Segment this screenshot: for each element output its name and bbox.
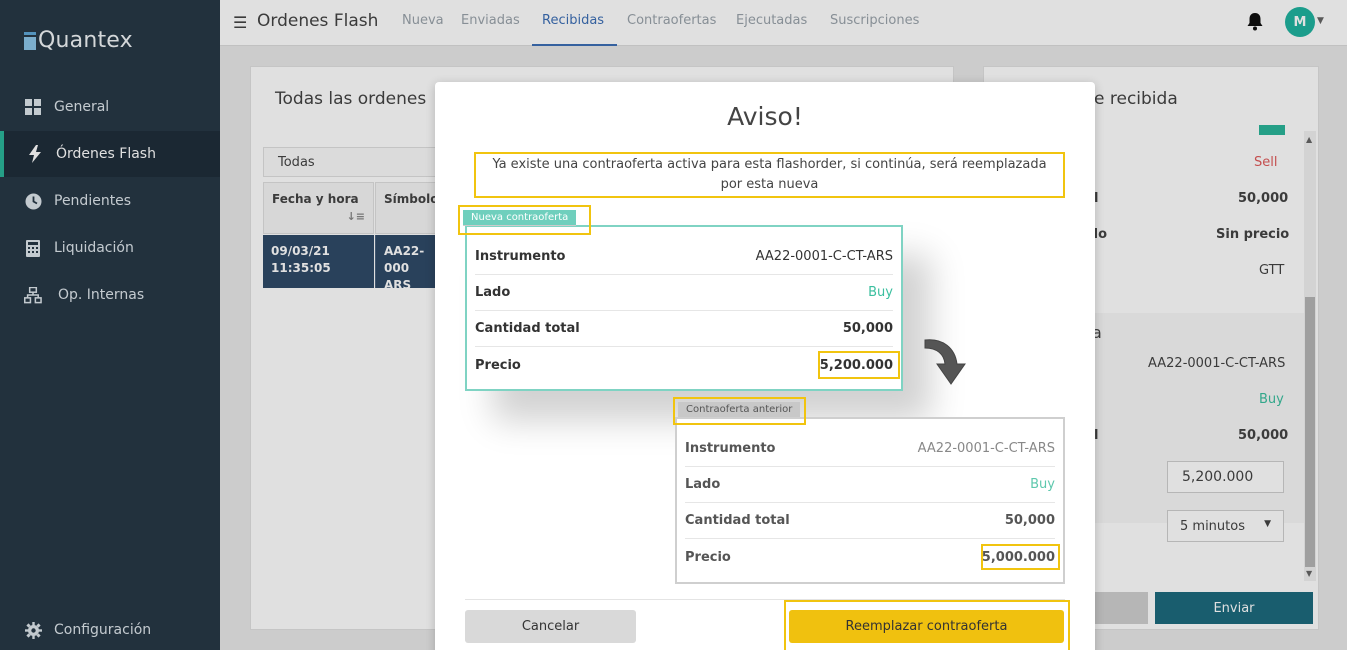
highlight-new-tag [458, 205, 591, 235]
card-row-value: AA22-0001-C-CT-ARS [755, 249, 893, 264]
replace-counteroffer-button[interactable]: Reemplazar contraoferta [789, 610, 1064, 643]
card-row-label: Cantidad total [475, 321, 580, 336]
card-row-label: Cantidad total [685, 513, 790, 528]
card-row-lado: Lado Buy [475, 275, 893, 311]
card-row-label: Lado [475, 285, 511, 300]
card-row-value: Buy [868, 285, 893, 300]
card-row-value: AA22-0001-C-CT-ARS [917, 441, 1055, 456]
card-row-cantidad: Cantidad total 50,000 [685, 503, 1055, 539]
card-row-label: Instrumento [475, 249, 566, 264]
card-row-lado: Lado Buy [685, 467, 1055, 503]
card-row-cantidad: Cantidad total 50,000 [475, 311, 893, 347]
curved-arrow-icon [923, 334, 973, 390]
highlight-previous-tag [673, 397, 806, 425]
card-row-instrumento: Instrumento AA22-0001-C-CT-ARS [685, 431, 1055, 467]
card-row-label: Lado [685, 477, 721, 492]
card-row-value: 50,000 [842, 321, 893, 336]
replace-counteroffer-modal: Aviso! Ya existe una contraoferta activa… [435, 82, 1095, 650]
warning-message: Ya existe una contraoferta activa para e… [474, 152, 1065, 198]
card-row-value: 50,000 [1004, 513, 1055, 528]
card-row-label: Precio [685, 549, 731, 565]
card-row-instrumento: Instrumento AA22-0001-C-CT-ARS [475, 239, 893, 275]
modal-title: Aviso! [727, 102, 803, 131]
card-row-label: Instrumento [685, 441, 776, 456]
highlight-previous-price [981, 544, 1060, 570]
card-row-value: Buy [1030, 477, 1055, 492]
card-row-label: Precio [475, 357, 521, 373]
cancel-button[interactable]: Cancelar [465, 610, 636, 643]
highlight-new-price [818, 351, 900, 379]
